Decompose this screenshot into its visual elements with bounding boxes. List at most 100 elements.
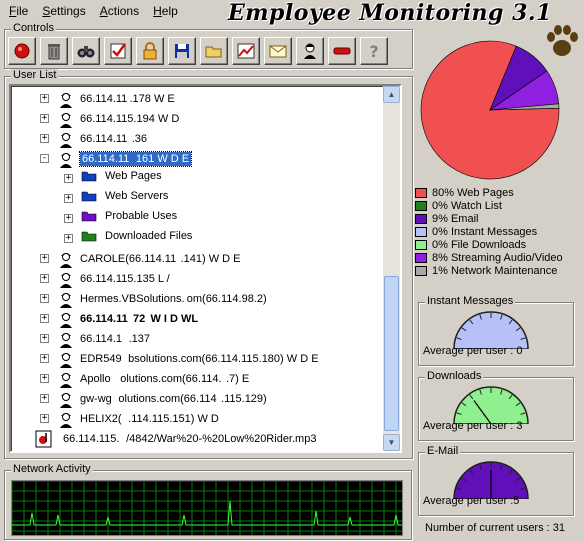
- person-icon: [60, 93, 72, 108]
- menu-file[interactable]: File: [2, 4, 35, 18]
- tree-row[interactable]: + gw-wg olutions.com(66.114 .115.129): [11, 389, 381, 409]
- expand-toggle[interactable]: +: [40, 334, 49, 343]
- controls-label: Controls: [11, 22, 56, 34]
- legend-label: 0% Instant Messages: [432, 225, 538, 238]
- expand-toggle[interactable]: +: [40, 254, 49, 263]
- expand-toggle[interactable]: +: [40, 354, 49, 363]
- watch-button[interactable]: [72, 37, 100, 65]
- scroll-down-button[interactable]: ▼: [383, 434, 400, 451]
- gauge-dial: [453, 386, 529, 424]
- tree-row[interactable]: + Apollo olutions.com(66.114. .7) E: [11, 369, 381, 389]
- tree-row[interactable]: +66.114.11 72 W I D WL: [11, 309, 381, 329]
- mail-icon: [269, 45, 287, 58]
- network-activity-plot: [11, 480, 402, 535]
- tree-row[interactable]: + Web Servers: [11, 189, 381, 209]
- tree-row-label: 66.114.11 .178 W E: [80, 93, 175, 105]
- legend-item: 0% File Downloads: [415, 238, 563, 251]
- legend-label: 8% Streaming Audio/Video: [432, 251, 563, 264]
- tree-row[interactable]: 66.114.115. /4842/War%20-%20Low%20Rider.…: [11, 429, 381, 449]
- tree-row-label: Downloaded Files: [105, 230, 193, 242]
- mail-button[interactable]: [264, 37, 292, 65]
- tree-row[interactable]: + EDR549 bsolutions.com(66.114.115.180) W…: [11, 349, 381, 369]
- legend-label: 0% Watch List: [432, 199, 502, 212]
- legend-swatch: [415, 252, 427, 263]
- legend-label: 1% Network Maintenance: [432, 264, 558, 277]
- checklist-button[interactable]: [104, 37, 132, 65]
- gauge-label: Instant Messages: [425, 295, 516, 307]
- tree-row[interactable]: + Downloaded Files: [11, 229, 381, 249]
- lock-icon: [143, 42, 157, 60]
- person-icon: [60, 373, 72, 388]
- menu-settings[interactable]: Settings: [35, 4, 92, 18]
- expand-toggle[interactable]: +: [64, 234, 73, 243]
- tree-row[interactable]: + Probable Uses: [11, 209, 381, 229]
- tree-row-label: 66.114.115.135 L /: [80, 273, 170, 285]
- tree-row-label: Hermes.VBSolutions. om(66.114.98.2): [80, 293, 267, 305]
- vertical-scrollbar[interactable]: ▲ ▼: [383, 86, 400, 451]
- person-icon: [60, 333, 72, 348]
- tree-row-label: 66.114.11 161 W D E: [78, 151, 193, 167]
- collapse-toggle[interactable]: -: [40, 154, 49, 163]
- folder-icon: [81, 191, 97, 202]
- expand-toggle[interactable]: +: [40, 314, 49, 323]
- expand-toggle[interactable]: +: [64, 214, 73, 223]
- tree-row-label: 66.114.115.194 W D: [80, 113, 180, 125]
- delete-button[interactable]: [40, 37, 68, 65]
- tree-row[interactable]: + HELIX2( .114.115.151) W D: [11, 409, 381, 429]
- person-icon: [60, 253, 72, 268]
- expand-toggle[interactable]: +: [40, 374, 49, 383]
- save-button[interactable]: [168, 37, 196, 65]
- record-button[interactable]: [8, 37, 36, 65]
- scroll-thumb[interactable]: [384, 276, 399, 431]
- tree-row[interactable]: +66.114.11 .178 W E: [11, 89, 381, 109]
- expand-toggle[interactable]: +: [40, 414, 49, 423]
- expand-toggle[interactable]: +: [40, 274, 49, 283]
- music-file-icon: [35, 430, 52, 448]
- expand-toggle[interactable]: +: [40, 94, 49, 103]
- tree-row[interactable]: - 66.114.11 161 W D E: [11, 149, 381, 169]
- expand-toggle[interactable]: +: [64, 174, 73, 183]
- help-button[interactable]: ?: [360, 37, 388, 65]
- gauge-label: E-Mail: [425, 445, 461, 457]
- tree-row[interactable]: + Hermes.VBSolutions. om(66.114.98.2): [11, 289, 381, 309]
- gauge-dial: [453, 461, 529, 499]
- menu-help[interactable]: Help: [146, 4, 185, 18]
- save-icon: [175, 44, 189, 58]
- lock-button[interactable]: [136, 37, 164, 65]
- scroll-down-arrow-icon: ▼: [387, 438, 396, 447]
- person-icon: [60, 393, 72, 408]
- checklist-icon: [110, 43, 127, 59]
- gauge-caption: Average per user : 3: [423, 420, 523, 432]
- person-icon: [60, 113, 72, 128]
- menu-actions[interactable]: Actions: [93, 4, 146, 18]
- tree-row[interactable]: + Web Pages: [11, 169, 381, 189]
- expand-toggle[interactable]: +: [40, 294, 49, 303]
- user-tree[interactable]: +66.114.11 .178 W E +66.114.115.194 W D +6…: [9, 84, 402, 453]
- legend-label: 80% Web Pages: [432, 186, 514, 199]
- legend-item: 8% Streaming Audio/Video: [415, 251, 563, 264]
- expand-toggle[interactable]: +: [40, 114, 49, 123]
- scroll-up-button[interactable]: ▲: [383, 86, 400, 103]
- tree-row[interactable]: +66.114.115.135 L /: [11, 269, 381, 289]
- tree-row-label: Web Servers: [105, 190, 169, 202]
- expand-toggle[interactable]: +: [40, 134, 49, 143]
- tree-row[interactable]: +66.114.11 .36: [11, 129, 381, 149]
- stop-button[interactable]: [328, 37, 356, 65]
- legend-swatch: [415, 200, 427, 211]
- tree-row[interactable]: +66.114.115.194 W D: [11, 109, 381, 129]
- users-count: Number of current users : 31: [425, 522, 566, 534]
- tree-row[interactable]: +66.114.1 .137: [11, 329, 381, 349]
- folder-icon: [81, 211, 97, 222]
- expand-toggle[interactable]: +: [64, 194, 73, 203]
- stop-icon: [333, 47, 351, 55]
- tree-row[interactable]: + CAROLE(66.114.11 .141) W D E: [11, 249, 381, 269]
- gauge-label: Downloads: [425, 370, 484, 382]
- user-button[interactable]: [296, 37, 324, 65]
- legend-item: 80% Web Pages: [415, 186, 563, 199]
- chart-button[interactable]: [232, 37, 260, 65]
- open-button[interactable]: [200, 37, 228, 65]
- legend-swatch: [415, 213, 427, 224]
- person-icon: [60, 153, 72, 168]
- tree-row-label: Web Pages: [105, 170, 162, 182]
- expand-toggle[interactable]: +: [40, 394, 49, 403]
